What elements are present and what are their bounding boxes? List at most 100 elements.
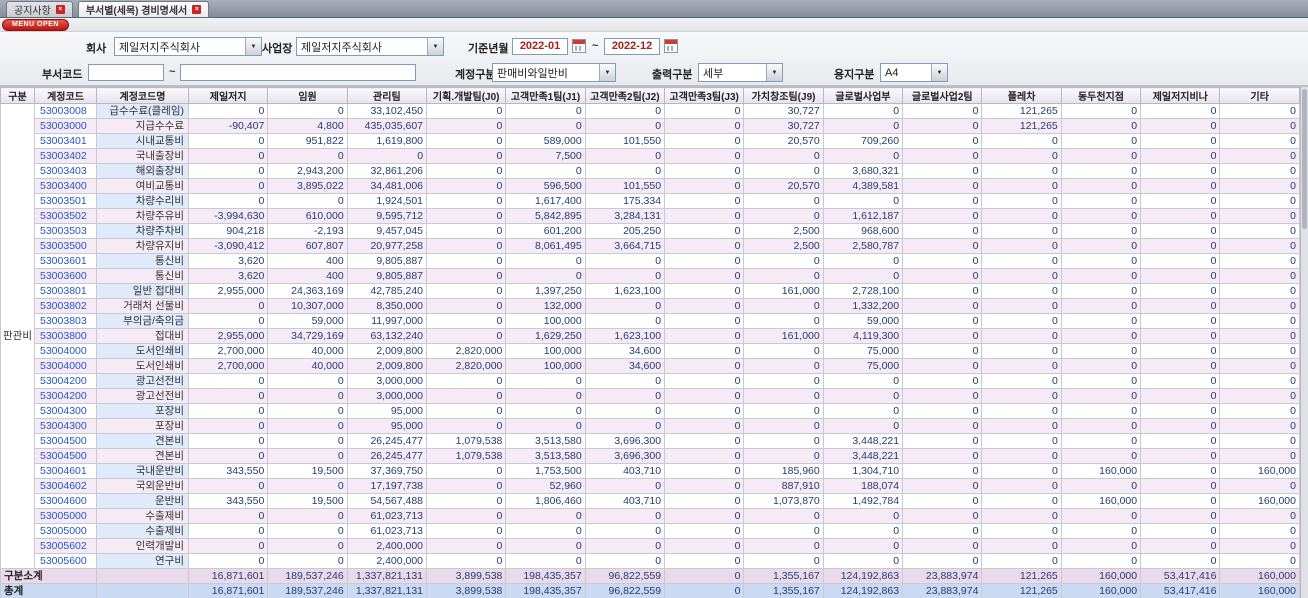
- account-code-cell[interactable]: 53003400: [34, 178, 97, 194]
- table-row[interactable]: 53003800 접대비 2,955,000 34,729,169 63,132,240…: [1, 328, 1300, 344]
- column-header[interactable]: 동두천지점: [1060, 87, 1142, 104]
- account-code-cell[interactable]: 53004601: [34, 463, 97, 479]
- table-row[interactable]: 판관비 53003008 급수수료(클레임) 0 0 33,102,450 0 0 0 0 30,7…: [0, 103, 1300, 569]
- table-row[interactable]: 53005000 수출제비 0 0 61,023,713 0 0 0 0 0 0 0 0 0 0 0: [1, 523, 1300, 539]
- column-header[interactable]: 기획.개발팀(J0): [426, 87, 507, 104]
- account-code-cell[interactable]: 53004200: [34, 388, 97, 404]
- account-code-cell[interactable]: 53003008: [34, 103, 97, 119]
- column-header[interactable]: 글로벌사업2팀: [902, 87, 983, 104]
- value-cell: 3,899,538: [426, 568, 507, 584]
- account-code-cell[interactable]: 53005000: [34, 523, 97, 539]
- table-row[interactable]: 53004000 도서인쇄비 2,700,000 40,000 2,009,800 2,8…: [1, 343, 1300, 359]
- table-row[interactable]: 53003600 통신비 3,620 400 9,805,887 0 0 0 0 0 0 0 0 0 0 0: [1, 268, 1300, 284]
- table-row[interactable]: 53003502 차량주유비 -3,994,630 610,000 9,595,712 0…: [1, 208, 1300, 224]
- dept-code-from-input[interactable]: [88, 64, 164, 81]
- table-row[interactable]: 53004600 운반비 343,550 19,500 54,567,488 0 1,806…: [1, 493, 1300, 509]
- workplace-select[interactable]: 제일저지주식회사 ▼: [296, 37, 444, 56]
- output-type-select[interactable]: 세부 ▼: [698, 63, 783, 82]
- table-row[interactable]: 53005602 인력개발비 0 0 2,400,000 0 0 0 0 0 0 0 0 0 0 0: [1, 538, 1300, 554]
- table-row[interactable]: 53004200 광고선전비 0 0 3,000,000 0 0 0 0 0 0 0 0 0 0 0: [1, 388, 1300, 404]
- period-from-input[interactable]: 2022-01: [512, 38, 568, 55]
- account-code-cell[interactable]: 53004602: [34, 478, 97, 494]
- account-code-cell[interactable]: 53004200: [34, 373, 97, 389]
- account-code-cell[interactable]: 53004000: [34, 343, 97, 359]
- vertical-scrollbar[interactable]: [1300, 87, 1308, 598]
- table-row[interactable]: 53004602 국외운반비 0 0 17,197,738 0 52,960 0 0 887,91…: [1, 478, 1300, 494]
- account-code-cell[interactable]: 53003802: [34, 298, 97, 314]
- account-code-cell[interactable]: 53003402: [34, 148, 97, 164]
- column-header[interactable]: 임원: [267, 87, 348, 104]
- table-row[interactable]: 53003601 통신비 3,620 400 9,805,887 0 0 0 0 0 0 0 0 0 0 0: [1, 253, 1300, 269]
- scrollbar-thumb[interactable]: [1302, 89, 1307, 229]
- account-code-cell[interactable]: 53003800: [34, 328, 97, 344]
- account-code-cell[interactable]: 53005000: [34, 508, 97, 524]
- table-row[interactable]: 53004200 광고선전비 0 0 3,000,000 0 0 0 0 0 0 0 0 0 0 0: [1, 373, 1300, 389]
- account-code-cell[interactable]: 53004500: [34, 433, 97, 449]
- table-row[interactable]: 53003501 차량수리비 0 0 1,924,501 0 1,617,400 175,33…: [1, 193, 1300, 209]
- table-row[interactable]: 53003803 부의금/축의금 0 59,000 11,997,000 0 100,000…: [1, 313, 1300, 329]
- column-header[interactable]: 계정코드명: [96, 87, 189, 104]
- account-code-cell[interactable]: 53003500: [34, 238, 97, 254]
- menu-open-button[interactable]: MENU OPEN: [2, 19, 69, 31]
- column-header[interactable]: 고객만족2팀(J2): [584, 87, 666, 104]
- account-code-cell[interactable]: 53004000: [34, 358, 97, 374]
- company-select[interactable]: 제일저지주식회사 ▼: [114, 37, 262, 56]
- column-header[interactable]: 제일저지: [187, 87, 269, 104]
- table-row[interactable]: 53004000 도서인쇄비 2,700,000 40,000 2,009,800 2,8…: [1, 358, 1300, 374]
- table-row[interactable]: 53004500 견본비 0 0 26,245,477 1,079,538 3,513,58…: [1, 433, 1300, 449]
- column-header[interactable]: 관리팀: [346, 87, 428, 104]
- account-code-cell[interactable]: 53005600: [34, 553, 97, 569]
- account-code-cell[interactable]: 53003403: [34, 163, 97, 179]
- value-cell: 121,265: [981, 118, 1062, 134]
- account-code-cell[interactable]: 53004600: [34, 493, 97, 509]
- table-row[interactable]: 53003000 지급수수료 -90,407 4,800 435,035,607 0 0 0 0…: [1, 118, 1300, 134]
- column-header[interactable]: 제일저지비나: [1140, 87, 1221, 104]
- account-code-cell[interactable]: 53004500: [34, 448, 97, 464]
- column-header[interactable]: 기타: [1219, 87, 1300, 104]
- account-code-cell[interactable]: 53003000: [34, 118, 97, 134]
- account-code-cell[interactable]: 53003601: [34, 253, 97, 269]
- table-row[interactable]: 53003402 국내출장비 0 0 0 0 7,500 0 0 0 0 0 0 0 0 0: [1, 148, 1300, 164]
- account-code-cell[interactable]: 53004300: [34, 418, 97, 434]
- table-row[interactable]: 53003503 차량주차비 904,218 -2,193 9,457,045 0 601,…: [1, 223, 1300, 239]
- column-header[interactable]: 고객만족3팀(J3): [664, 87, 745, 104]
- table-row[interactable]: 53005000 수출제비 0 0 61,023,713 0 0 0 0 0 0 0 0 0 0 0: [1, 508, 1300, 524]
- column-header[interactable]: 계정코드: [34, 87, 97, 104]
- account-type-select[interactable]: 판매비와일반비 ▼: [492, 63, 616, 82]
- tab-expense-report[interactable]: 부서별(세목) 경비명세서 ×: [77, 1, 210, 17]
- paper-type-select[interactable]: A4 ▼: [880, 63, 948, 82]
- dept-code-to-input[interactable]: [180, 64, 416, 81]
- tab-notice[interactable]: 공지사항 ×: [6, 1, 73, 17]
- account-code-cell[interactable]: 53003401: [34, 133, 97, 149]
- calendar-icon[interactable]: [572, 39, 586, 53]
- account-code-cell[interactable]: 53003503: [34, 223, 97, 239]
- table-row[interactable]: 53003401 시내교통비 0 951,822 1,619,800 0 589,000 10…: [1, 133, 1300, 149]
- account-code-cell[interactable]: 53003502: [34, 208, 97, 224]
- column-header[interactable]: 플레차: [981, 87, 1062, 104]
- table-row[interactable]: 53003400 여비교통비 0 3,895,022 34,481,006 0 596,50…: [1, 178, 1300, 194]
- column-header[interactable]: 고객만족1팀(J1): [505, 87, 586, 104]
- column-header[interactable]: 가치창조팀(J9): [743, 87, 824, 104]
- calendar-icon[interactable]: [664, 39, 678, 53]
- table-row[interactable]: 53004300 포장비 0 0 95,000 0 0 0 0 0 0 0 0 0 0 0: [1, 418, 1300, 434]
- account-code-cell[interactable]: 53005602: [34, 538, 97, 554]
- column-header[interactable]: 글로벌사업부: [822, 87, 904, 104]
- table-row[interactable]: 53004500 견본비 0 0 26,245,477 1,079,538 3,513,58…: [1, 448, 1300, 464]
- table-row[interactable]: 53004300 포장비 0 0 95,000 0 0 0 0 0 0 0 0 0 0 0: [1, 403, 1300, 419]
- value-cell: 0: [1140, 403, 1221, 419]
- table-row[interactable]: 53004601 국내운반비 343,550 19,500 37,369,750 0 1,7…: [1, 463, 1300, 479]
- close-icon[interactable]: ×: [192, 5, 202, 14]
- close-icon[interactable]: ×: [55, 5, 65, 14]
- account-code-cell[interactable]: 53003600: [34, 268, 97, 284]
- period-to-input[interactable]: 2022-12: [604, 38, 660, 55]
- account-code-cell[interactable]: 53003801: [34, 283, 97, 299]
- table-row[interactable]: 53003801 일반 접대비 2,955,000 24,363,169 42,785,…: [1, 283, 1300, 299]
- account-code-cell[interactable]: 53003803: [34, 313, 97, 329]
- table-row[interactable]: 53003500 차량유지비 -3,090,412 607,807 20,977,258…: [1, 238, 1300, 254]
- table-row[interactable]: 53005600 연구비 0 0 2,400,000 0 0 0 0 0 0 0 0 0 0 0: [1, 553, 1300, 569]
- account-code-cell[interactable]: 53004300: [34, 403, 97, 419]
- column-header[interactable]: 구분: [0, 87, 35, 104]
- table-row[interactable]: 53003403 해외출장비 0 2,943,200 32,861,206 0 0 0 0 0 3,…: [1, 163, 1300, 179]
- table-row[interactable]: 53003802 거래처 선물비 0 10,307,000 8,350,000 0 132,…: [1, 298, 1300, 314]
- account-code-cell[interactable]: 53003501: [34, 193, 97, 209]
